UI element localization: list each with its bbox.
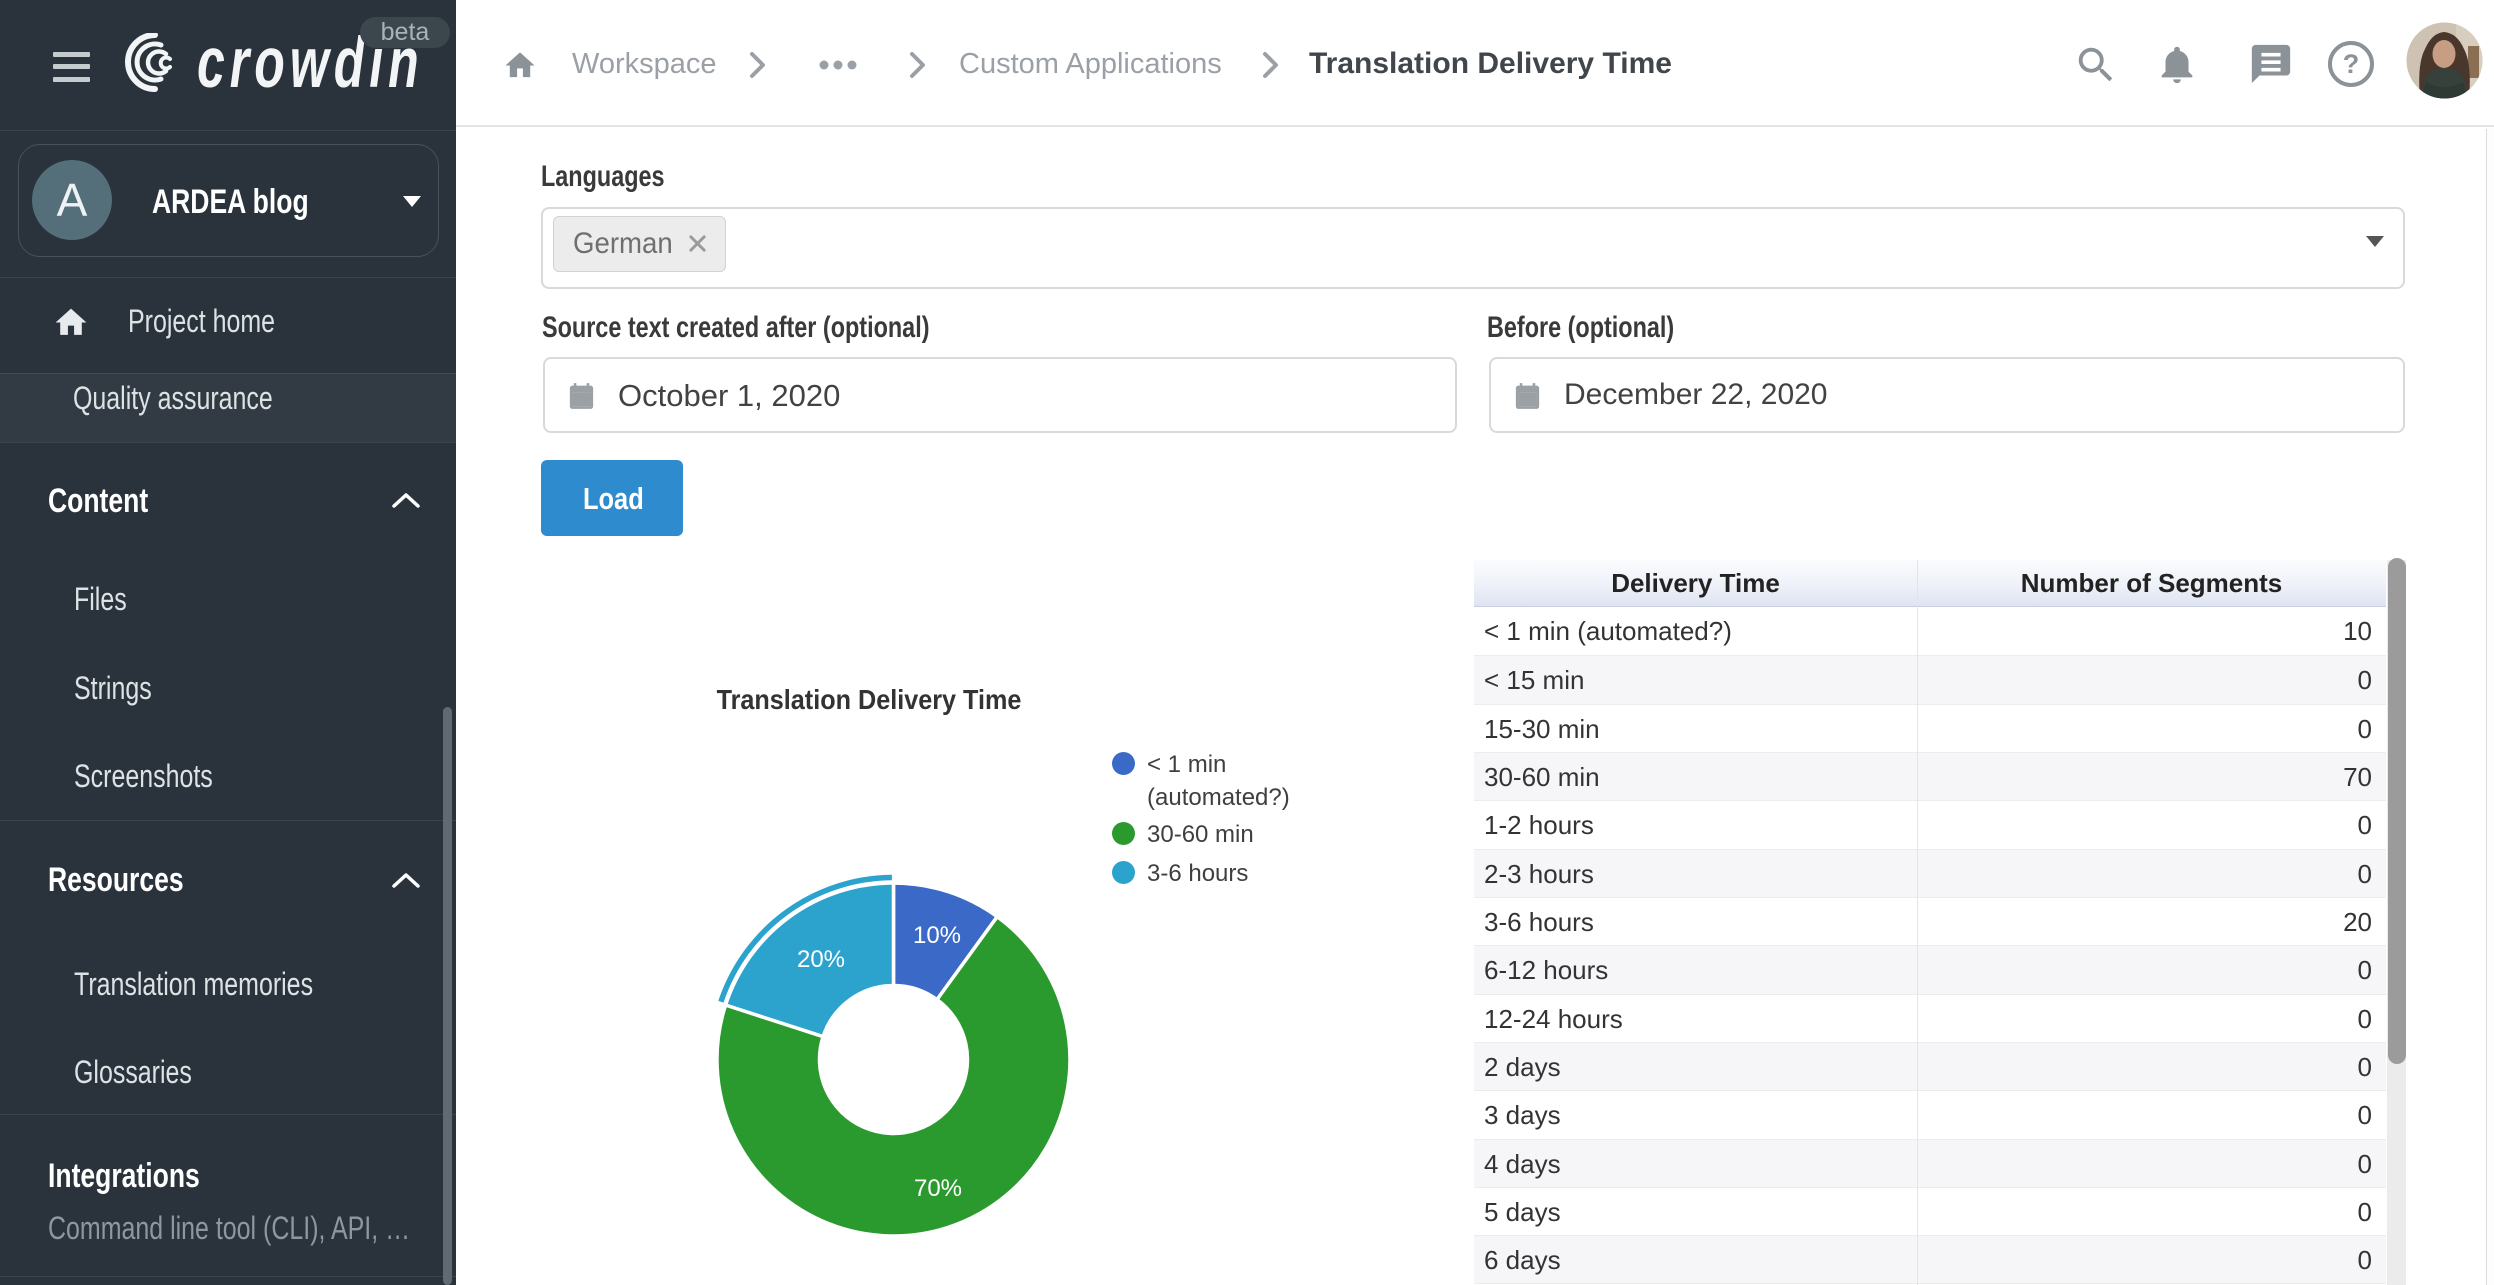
svg-text:?: ?: [2343, 49, 2360, 79]
